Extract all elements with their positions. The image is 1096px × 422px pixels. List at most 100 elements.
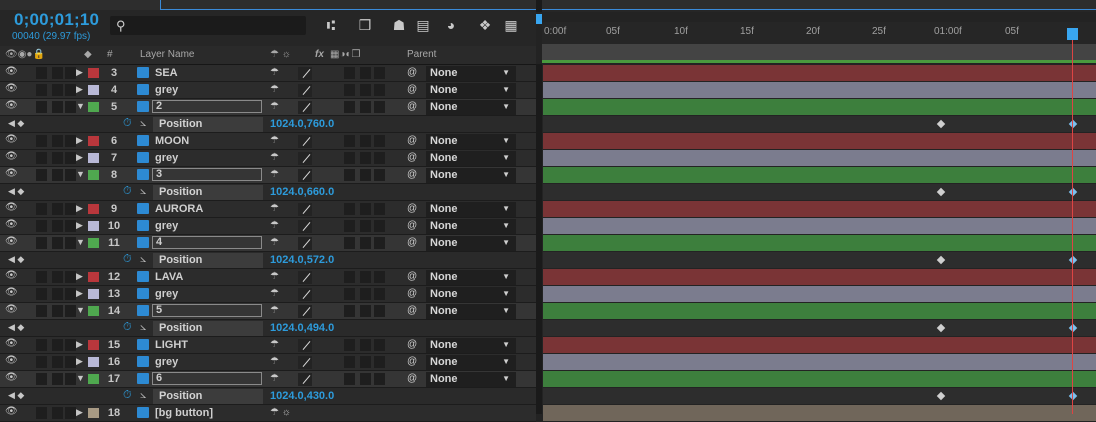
switch-box[interactable] — [344, 203, 355, 215]
layer-name[interactable]: MOON — [155, 135, 189, 147]
layer-row[interactable]: 👁 ▼ 5 2 ☂ @ None ▼ — [0, 99, 536, 116]
switch-box[interactable] — [344, 305, 355, 317]
property-row[interactable]: ◀ ◆ ⏱ ⦣ Position 1024.0,430.0 — [0, 388, 536, 405]
switch-box[interactable] — [360, 101, 371, 113]
switch-box[interactable] — [360, 237, 371, 249]
switch-box[interactable] — [36, 237, 47, 249]
layer-row[interactable]: 👁 ▶ 3 SEA ☂ @ None ▼ — [0, 65, 536, 82]
property-value[interactable]: 1024.0,760.0 — [270, 118, 334, 130]
keyframe-navigator[interactable]: ◀ ◆ — [8, 322, 24, 333]
switch-box[interactable] — [344, 237, 355, 249]
shy-switch-icon[interactable]: ☂ — [270, 135, 279, 146]
graph-editor-icon[interactable]: ▦ — [502, 17, 520, 33]
keyframe-diamond-current[interactable] — [1068, 391, 1078, 401]
layer-row[interactable]: 👁 ▶ 6 MOON ☂ @ None ▼ — [0, 133, 536, 150]
switch-box[interactable] — [374, 67, 385, 79]
switch-box[interactable] — [360, 152, 371, 164]
motion-blur-icon[interactable]: ◕ — [442, 17, 460, 33]
layer-name[interactable]: AURORA — [155, 203, 203, 215]
switch-box[interactable] — [360, 288, 371, 300]
switch-box[interactable] — [52, 152, 63, 164]
visibility-eye-icon[interactable]: 👁 — [5, 202, 18, 213]
draft-3d-icon[interactable]: ❒ — [356, 17, 374, 33]
parent-select[interactable]: None ▼ — [426, 219, 516, 234]
keyframe-diamond-current[interactable] — [1068, 119, 1078, 129]
visibility-eye-icon[interactable]: 👁 — [5, 100, 18, 111]
parent-select[interactable]: None ▼ — [426, 270, 516, 285]
visibility-eye-icon[interactable]: 👁 — [5, 372, 18, 383]
graph-icon[interactable]: ⦣ — [140, 389, 146, 402]
switch-box[interactable] — [344, 339, 355, 351]
layer-name[interactable]: 2 — [152, 100, 262, 113]
layer-label-color[interactable] — [88, 136, 99, 146]
switch-box[interactable] — [360, 84, 371, 96]
shy-switch-icon[interactable]: ☂ — [270, 271, 279, 282]
switch-box[interactable] — [65, 67, 76, 79]
switch-box[interactable] — [52, 220, 63, 232]
quality-switch[interactable] — [298, 101, 312, 114]
switch-box[interactable] — [36, 101, 47, 113]
layer-name[interactable]: 3 — [152, 168, 262, 181]
switch-box[interactable] — [344, 220, 355, 232]
layer-duration-bar[interactable] — [543, 371, 1096, 387]
keyframe-diamond-current[interactable] — [1068, 255, 1078, 265]
quality-switch[interactable] — [298, 84, 312, 97]
pick-whip-icon[interactable]: @ — [407, 101, 417, 112]
layer-name[interactable]: 6 — [152, 372, 262, 385]
property-value[interactable]: 1024.0,572.0 — [270, 254, 334, 266]
layer-row[interactable]: 👁 ▶ 10 grey ☂ @ None ▼ — [0, 218, 536, 235]
layer-search-input[interactable]: ⚲ — [110, 16, 306, 35]
property-value[interactable]: 1024.0,494.0 — [270, 322, 334, 334]
switch-box[interactable] — [360, 203, 371, 215]
switch-box[interactable] — [52, 288, 63, 300]
keyframe-navigator[interactable]: ◀ ◆ — [8, 118, 24, 129]
layer-name-column-header[interactable]: Layer Name — [140, 49, 194, 60]
quality-switch[interactable] — [298, 373, 312, 386]
layer-row[interactable]: 👁 ▶ 9 AURORA ☂ @ None ▼ — [0, 201, 536, 218]
switch-box[interactable] — [52, 135, 63, 147]
layer-name[interactable]: grey — [155, 84, 178, 96]
layer-label-color[interactable] — [88, 153, 99, 163]
switch-box[interactable] — [344, 84, 355, 96]
graph-icon[interactable]: ⦣ — [140, 253, 146, 266]
keyframe-diamond[interactable] — [936, 391, 946, 401]
switch-box[interactable] — [374, 84, 385, 96]
switch-box[interactable] — [52, 169, 63, 181]
quality-switch[interactable] — [298, 288, 312, 301]
switch-box[interactable] — [344, 67, 355, 79]
quality-switch[interactable] — [298, 203, 312, 216]
switch-box[interactable] — [36, 339, 47, 351]
switch-box[interactable] — [360, 356, 371, 368]
quality-switch[interactable] — [298, 169, 312, 182]
collapse-triangle-icon[interactable]: ▼ — [76, 305, 85, 315]
pick-whip-icon[interactable]: @ — [407, 220, 417, 231]
visibility-eye-icon[interactable]: 👁 — [5, 66, 18, 77]
keyframe-diamond[interactable] — [936, 187, 946, 197]
quality-switch[interactable] — [298, 67, 312, 80]
current-time-indicator[interactable] — [1072, 30, 1073, 414]
quality-switch[interactable] — [298, 271, 312, 284]
shy-switch-icon[interactable]: ☂ — [270, 305, 279, 316]
layer-duration-bar[interactable] — [543, 201, 1096, 217]
layer-duration-bar[interactable] — [543, 99, 1096, 115]
quality-switch[interactable] — [298, 356, 312, 369]
shy-switch-icon[interactable]: ☂ — [270, 356, 279, 367]
switch-box[interactable] — [65, 169, 76, 181]
switch-box[interactable] — [36, 203, 47, 215]
shy-switch-icon[interactable]: ☂ — [270, 67, 279, 78]
layer-row[interactable]: 👁 ▶ 7 grey ☂ @ None ▼ — [0, 150, 536, 167]
switch-box[interactable] — [374, 356, 385, 368]
switch-box[interactable] — [36, 152, 47, 164]
switch-box[interactable] — [65, 407, 76, 419]
shy-layers-icon[interactable]: ☗ — [390, 17, 408, 33]
layer-duration-bar[interactable] — [543, 405, 1096, 421]
layer-label-color[interactable] — [88, 221, 99, 231]
switch-box[interactable] — [344, 169, 355, 181]
layer-label-color[interactable] — [88, 408, 99, 418]
quality-switch[interactable] — [298, 339, 312, 352]
switch-box[interactable] — [52, 84, 63, 96]
shy-switch-icon[interactable]: ☂ — [270, 101, 279, 112]
graph-icon[interactable]: ⦣ — [140, 117, 146, 130]
switch-box[interactable] — [374, 339, 385, 351]
pick-whip-icon[interactable]: @ — [407, 356, 417, 367]
